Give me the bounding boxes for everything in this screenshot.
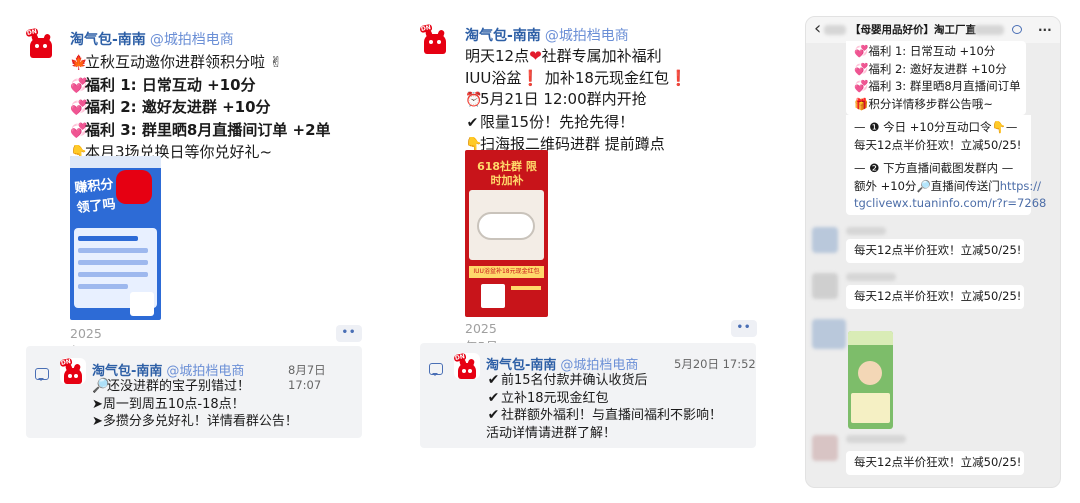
- quote-body: ✔ 前15名付款并确认收货后 ✔ 立补18元现金红包 ✔ 社群额外福利！与直播间福利不…: [486, 372, 723, 441]
- chat-bubble[interactable]: 💞福利 1: 日常互动 +10分 💞福利 2: 邀好友进群 +10分 💞福利 3…: [846, 41, 1026, 115]
- poster-image[interactable]: 赚积分 你领了吗: [70, 156, 161, 320]
- checkmark-icon: ✔: [487, 372, 500, 388]
- exclamation-icon: ❗: [521, 68, 541, 87]
- chat-title: 【母婴用品好价】淘工厂直: [850, 24, 976, 36]
- live-link[interactable]: https://: [1000, 179, 1041, 193]
- post-author[interactable]: 淘气包-南南 @城拍档电商: [70, 29, 234, 49]
- poster-subtitle: IUU浴盆补18元现金红包: [469, 266, 544, 278]
- live-screenshot-image[interactable]: [848, 331, 893, 429]
- post-author[interactable]: 淘气包-南南 @城拍档电商: [465, 25, 629, 45]
- speech-icon: [1012, 25, 1022, 34]
- checkmark-icon: ✔: [466, 114, 479, 131]
- gift-icon: 🎁: [854, 96, 869, 111]
- quote-body: 🔎还没进群的宝子别错过！ ➤周一到周五10点-18点！ ➤多攒分多兑好礼！详情看…: [92, 378, 298, 429]
- avatar: DN: [454, 353, 480, 379]
- alarm-clock-icon: ⏰: [465, 92, 483, 108]
- blurred-text: [824, 25, 846, 35]
- menu-button[interactable]: ···: [1038, 17, 1052, 43]
- pointing-down-icon: 👇: [991, 120, 1006, 134]
- heart-icon: ❤: [529, 47, 542, 65]
- back-button[interactable]: ‹: [814, 17, 821, 41]
- quoted-reply[interactable]: DN 淘气包-南南 @城拍档电商 8月7日 17:07 🔎还没进群的宝子别错过！ …: [26, 346, 362, 438]
- avatar: DN: [60, 358, 86, 384]
- hearts-icon: 💞: [70, 122, 88, 139]
- blurred-avatar: [812, 227, 838, 253]
- chat-window: ‹ 【母婴用品好价】淘工厂直 ··· 💞福利 1: 日常互动 +10分 💞福利 …: [805, 16, 1061, 488]
- chat-header: ‹ 【母婴用品好价】淘工厂直 ···: [806, 17, 1060, 43]
- poster-title: 618社群 限时加补: [477, 160, 537, 187]
- chat-bubble[interactable]: 每天12点半价狂欢！立减50/25!: [846, 239, 1024, 263]
- hearts-icon: 💞: [70, 77, 88, 94]
- more-button[interactable]: ••: [336, 325, 362, 342]
- poster-image[interactable]: 618社群 限时加补 IUU浴盆补18元现金红包: [465, 150, 548, 317]
- hearts-icon: 💞: [70, 100, 88, 116]
- quote-time: 5月20日 17:52: [674, 357, 756, 371]
- magnifier-icon: 🔎: [916, 178, 931, 193]
- avatar[interactable]: DN: [420, 24, 450, 54]
- blurred-name: [846, 227, 886, 235]
- post-body: 明天12点❤社群专属加补福利 IUU浴盆❗ 加补18元现金红包❗ ⏰5月21日 …: [465, 46, 688, 157]
- quote-author: 淘气包-南南 @城拍档电商: [486, 358, 639, 373]
- hearts-icon: 💞: [854, 79, 869, 93]
- magnifier-icon: 🔎: [92, 378, 110, 394]
- blurred-avatar: [812, 273, 838, 299]
- blurred-name: [846, 273, 896, 281]
- post-body: 🍁立秋互动邀你进群领积分啦 ✌ 💞福利 1: 日常互动 +10分 💞福利 2: …: [70, 52, 331, 165]
- maple-leaf-icon: 🍁: [70, 55, 88, 71]
- quote-time: 8月7日 17:07: [288, 363, 326, 392]
- quoted-reply[interactable]: DN 淘气包-南南 @城拍档电商 5月20日 17:52 ✔ 前15名付款并确认收货…: [420, 343, 756, 448]
- victory-hand-icon: ✌: [269, 53, 283, 71]
- blurred-avatar: [812, 319, 846, 349]
- blurred-text: [974, 25, 1004, 35]
- comment-icon: [429, 363, 443, 376]
- quote-author: 淘气包-南南 @城拍档电商: [92, 364, 245, 379]
- chat-bubble[interactable]: 每天12点半价狂欢！立减50/25!: [846, 285, 1024, 309]
- hearts-icon: 💞: [854, 61, 869, 76]
- blurred-name: [846, 435, 906, 443]
- hearts-icon: 💞: [854, 44, 869, 58]
- checkmark-icon: ✔: [487, 389, 500, 406]
- comment-icon: [35, 368, 49, 381]
- chat-bubble[interactable]: 每天12点半价狂欢！立减50/25!: [846, 451, 1024, 475]
- checkmark-icon: ✔: [487, 407, 500, 423]
- exclamation-icon: ❗: [668, 68, 688, 87]
- more-button[interactable]: ••: [731, 320, 757, 337]
- chat-bubble[interactable]: — ❶ 今日 +10分互动口令👇— 每天12点半价狂欢！立减50/25! — ❷…: [846, 115, 1046, 215]
- live-link[interactable]: tgclivewx.tuaninfo.com/r?r=7268: [854, 195, 1046, 213]
- blurred-avatar: [812, 435, 838, 461]
- avatar[interactable]: DN: [26, 28, 56, 58]
